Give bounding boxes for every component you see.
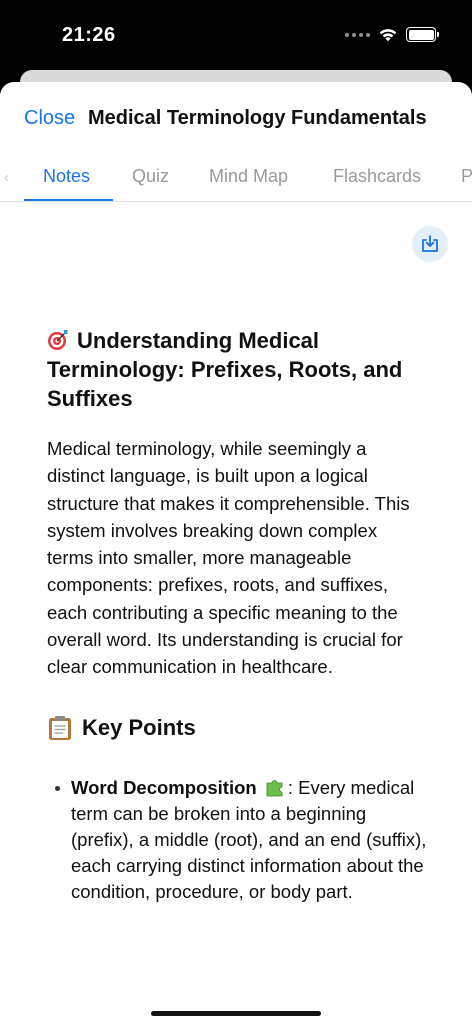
tab-mind-map[interactable]: Mind Map bbox=[209, 166, 288, 187]
key-points-title: Key Points bbox=[82, 714, 196, 740]
intro-paragraph: Medical terminology, while seemingly a d… bbox=[47, 438, 410, 678]
status-icons bbox=[345, 27, 439, 42]
target-emoji-icon bbox=[48, 330, 68, 350]
notes-sheet: Close Medical Terminology Fundamentals ‹… bbox=[0, 82, 472, 1024]
key-point-title: Word Decomposition bbox=[71, 776, 257, 798]
tab-next-partial[interactable]: P bbox=[461, 166, 472, 187]
nav-header: Close Medical Terminology Fundamentals bbox=[0, 82, 472, 156]
download-button[interactable] bbox=[412, 226, 448, 262]
download-tray-icon bbox=[422, 235, 438, 252]
tab-bar: ‹ Notes Quiz Mind Map Flashcards P bbox=[0, 156, 472, 202]
status-bar: 21:26 bbox=[0, 0, 472, 70]
tab-notes[interactable]: Notes bbox=[43, 166, 90, 187]
battery-icon bbox=[406, 27, 439, 42]
status-time: 21:26 bbox=[62, 24, 116, 46]
key-points-heading: Key Points bbox=[47, 713, 427, 743]
chevron-left-icon[interactable]: ‹ bbox=[4, 169, 9, 186]
cellular-signal-icon bbox=[345, 32, 370, 37]
page-title: Medical Terminology Fundamentals bbox=[88, 107, 427, 129]
clipboard-emoji-icon bbox=[49, 715, 71, 740]
puzzle-emoji-icon bbox=[266, 779, 283, 797]
screen: 21:26 Close Medical Terminology Fundamen… bbox=[0, 0, 472, 1024]
list-item: Word Decomposition : Every medical term … bbox=[47, 775, 427, 906]
home-indicator[interactable] bbox=[151, 1011, 321, 1016]
active-tab-indicator bbox=[24, 199, 113, 201]
close-button[interactable]: Close bbox=[24, 107, 75, 130]
wifi-icon bbox=[379, 29, 397, 42]
bullet-dot bbox=[55, 785, 60, 791]
key-points-list: Word Decomposition : Every medical term … bbox=[47, 775, 427, 906]
section-heading-text: Understanding Medical Terminology: Prefi… bbox=[47, 328, 403, 411]
notes-content: Understanding Medical Terminology: Prefi… bbox=[47, 326, 427, 906]
section-heading: Understanding Medical Terminology: Prefi… bbox=[47, 326, 427, 413]
tab-flashcards[interactable]: Flashcards bbox=[333, 166, 421, 187]
tab-quiz[interactable]: Quiz bbox=[132, 166, 169, 187]
